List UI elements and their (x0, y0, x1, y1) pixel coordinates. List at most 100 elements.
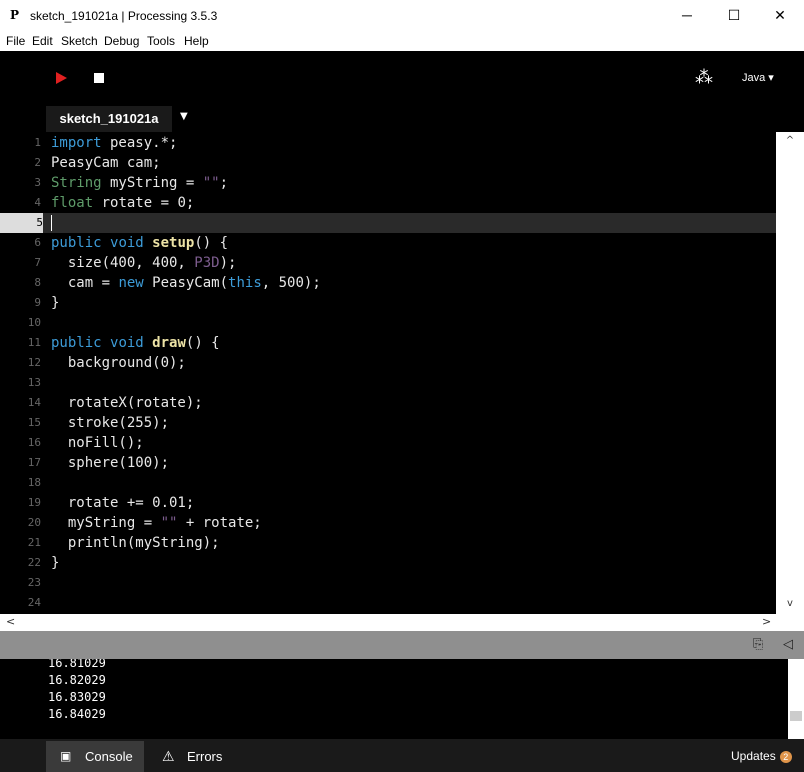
code-line[interactable]: 20 myString = "" + rotate; (0, 513, 776, 533)
console-line: 16.81029 (48, 659, 106, 670)
editor-horizontal-scrollbar[interactable]: < > (0, 614, 804, 631)
line-number: 21 (27, 536, 41, 549)
console-icon: ▣ (60, 749, 72, 763)
copy-console-icon[interactable]: ⎘ (753, 637, 763, 652)
line-number: 3 (34, 176, 41, 189)
code-text: } (51, 555, 60, 571)
console-output: 16.81029 16.82029 16.83029 16.84029 (0, 659, 788, 739)
code-text: stroke(255); (51, 415, 170, 431)
line-number: 7 (34, 256, 41, 269)
maximize-button[interactable]: ☐ (711, 0, 757, 31)
scroll-left-icon[interactable]: < (6, 615, 15, 628)
code-text: myString = "" + rotate; (51, 515, 262, 531)
line-number: 11 (27, 336, 41, 349)
stop-button[interactable] (94, 73, 104, 83)
code-line[interactable]: 7 size(400, 400, P3D); (0, 253, 776, 273)
line-number: 17 (27, 456, 41, 469)
line-number: 2 (34, 156, 41, 169)
code-line[interactable]: 17 sphere(100); (0, 453, 776, 473)
code-text: rotateX(rotate); (51, 395, 203, 411)
code-line[interactable]: 15 stroke(255); (0, 413, 776, 433)
updates-button[interactable]: Updates 2 (731, 741, 792, 772)
console-line: 16.82029 (48, 673, 106, 687)
code-line[interactable]: 5 (0, 213, 776, 233)
code-line[interactable]: 14 rotateX(rotate); (0, 393, 776, 413)
collapse-console-icon[interactable]: ◁ (783, 637, 793, 652)
tab-menu-arrow-icon[interactable]: ▼ (180, 111, 188, 122)
code-line[interactable]: 19 rotate += 0.01; (0, 493, 776, 513)
line-number: 1 (34, 136, 41, 149)
mode-selector[interactable]: Java ▾ (742, 71, 774, 84)
code-line[interactable]: 21 println(myString); (0, 533, 776, 553)
menu-help[interactable]: Help (184, 34, 209, 48)
processing-app-icon: P (10, 8, 20, 22)
line-number: 8 (34, 276, 41, 289)
code-line[interactable]: 1 import peasy.*; (0, 133, 776, 153)
minimize-button[interactable]: ─ (664, 0, 710, 31)
console-line: 16.84029 (48, 707, 106, 721)
code-line[interactable]: 9} (0, 293, 776, 313)
scroll-up-icon[interactable]: ^ (776, 135, 804, 146)
menu-edit[interactable]: Edit (32, 34, 53, 48)
code-text: float rotate = 0; (51, 195, 195, 211)
code-line[interactable]: 2 PeasyCam cam; (0, 153, 776, 173)
code-text: println(myString); (51, 535, 220, 551)
line-number: 10 (27, 316, 41, 329)
code-line[interactable]: 3 String myString = ""; (0, 173, 776, 193)
line-number: 9 (34, 296, 41, 309)
updates-count-badge: 2 (779, 750, 792, 763)
line-number: 4 (34, 196, 41, 209)
line-number: 18 (27, 476, 41, 489)
code-line[interactable]: 13 (0, 373, 776, 393)
code-line[interactable]: 6 public void setup() { (0, 233, 776, 253)
menu-file[interactable]: File (6, 34, 25, 48)
toolbar (0, 51, 804, 103)
debugger-icon[interactable]: ⁂ (695, 67, 713, 88)
line-number: 14 (27, 396, 41, 409)
tab-console[interactable]: ▣ Console (46, 741, 144, 772)
menu-sketch[interactable]: Sketch (61, 34, 98, 48)
code-text: String myString = ""; (51, 175, 229, 191)
code-line[interactable]: 16 noFill(); (0, 433, 776, 453)
scroll-right-icon[interactable]: > (762, 615, 771, 628)
title-bar: P sketch_191021a | Processing 3.5.3 ─ ☐ … (0, 0, 804, 32)
line-number: 22 (27, 556, 41, 569)
menu-debug[interactable]: Debug (104, 34, 139, 48)
code-text: size(400, 400, P3D); (51, 255, 237, 271)
menu-tools[interactable]: Tools (147, 34, 175, 48)
code-line[interactable]: 10 (0, 313, 776, 333)
code-line[interactable]: 23 (0, 573, 776, 593)
tab-errors[interactable]: ⚠ Errors (158, 741, 248, 772)
tab-sketch[interactable]: sketch_191021a (46, 106, 172, 132)
console-line: 16.83029 (48, 690, 106, 704)
updates-label: Updates (731, 749, 776, 763)
line-number: 23 (27, 576, 41, 589)
close-button[interactable]: ✕ (757, 0, 803, 31)
code-text: cam = new PeasyCam(this, 500); (51, 275, 321, 291)
code-line[interactable]: 24 (0, 593, 776, 613)
console-scrollbar[interactable] (788, 659, 804, 739)
code-line[interactable]: 18 (0, 473, 776, 493)
console-scroll-thumb[interactable] (790, 711, 802, 721)
code-text: rotate += 0.01; (51, 495, 195, 511)
code-text: } (51, 295, 60, 311)
editor-vertical-scrollbar[interactable]: ^ v (776, 132, 804, 614)
code-text: sphere(100); (51, 455, 170, 471)
line-number: 24 (27, 596, 41, 609)
code-line[interactable]: 4 float rotate = 0; (0, 193, 776, 213)
code-text: background(0); (51, 355, 186, 371)
code-text: noFill(); (51, 435, 144, 451)
code-line[interactable]: 8 cam = new PeasyCam(this, 500); (0, 273, 776, 293)
code-line[interactable]: 22} (0, 553, 776, 573)
code-editor[interactable]: 1 import peasy.*; 2 PeasyCam cam; 3 String my… (0, 132, 776, 614)
code-line[interactable]: 12 background(0); (0, 353, 776, 373)
line-number: 20 (27, 516, 41, 529)
line-number: 19 (27, 496, 41, 509)
console-tab-label: Console (85, 749, 133, 764)
scroll-down-icon[interactable]: v (776, 598, 804, 609)
text-cursor (51, 215, 52, 231)
code-text: import peasy.*; (51, 135, 178, 151)
code-line[interactable]: 11 public void draw() { (0, 333, 776, 353)
line-number: 13 (27, 376, 41, 389)
run-button[interactable] (56, 72, 67, 84)
